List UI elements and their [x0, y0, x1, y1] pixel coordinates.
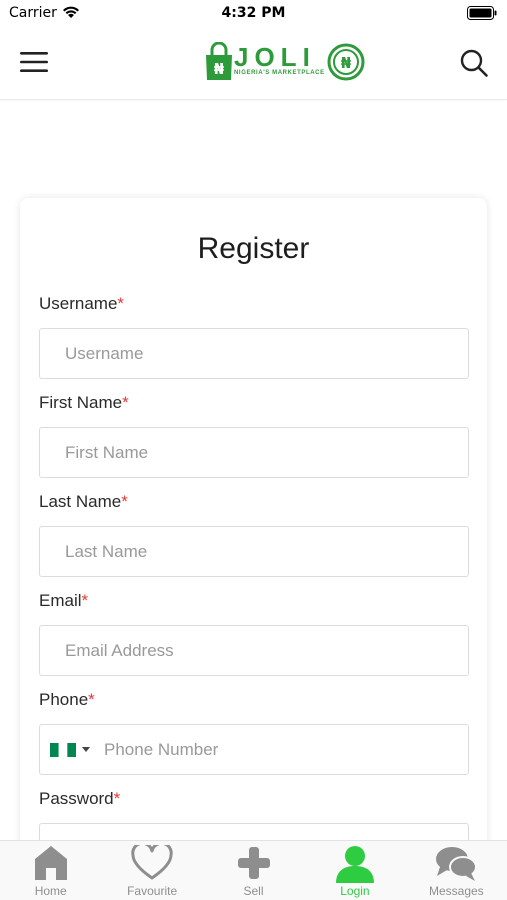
- first-name-label: First Name*: [39, 393, 129, 413]
- phone-label-text: Phone: [39, 690, 89, 709]
- required-marker: *: [121, 492, 128, 511]
- search-icon[interactable]: [459, 48, 489, 78]
- required-marker: *: [81, 591, 89, 610]
- required-marker: *: [122, 393, 129, 412]
- user-icon: [335, 846, 374, 883]
- hamburger-menu-icon[interactable]: [20, 50, 48, 74]
- plus-icon: [237, 847, 270, 879]
- tab-favourite[interactable]: Favourite: [101, 841, 202, 900]
- last-name-input[interactable]: [39, 526, 469, 577]
- password-label: Password*: [39, 789, 120, 809]
- nigeria-flag-icon[interactable]: [50, 743, 76, 757]
- required-marker: *: [117, 294, 125, 313]
- username-label-text: Username: [39, 294, 118, 313]
- app-header: ₦ JOLI NIGERIA'S MARKETPLACE ₦: [0, 28, 507, 100]
- required-marker: *: [113, 789, 121, 808]
- battery-icon: [467, 6, 497, 20]
- tab-login-label: Login: [340, 884, 370, 898]
- phone-label: Phone*: [39, 690, 95, 710]
- tab-sell-label: Sell: [243, 884, 264, 898]
- clock: 4:32 PM: [221, 5, 286, 21]
- phone-input[interactable]: [104, 725, 464, 774]
- username-label: Username*: [39, 294, 124, 314]
- last-name-label-text: Last Name: [39, 492, 122, 511]
- heart-icon: [131, 845, 173, 880]
- tab-home[interactable]: Home: [0, 841, 101, 900]
- tab-messages-label: Messages: [428, 884, 484, 898]
- tab-sell[interactable]: Sell: [203, 841, 304, 900]
- joli-logo[interactable]: ₦ JOLI NIGERIA'S MARKETPLACE ₦: [204, 40, 366, 84]
- bottom-tab-bar: Home Favourite Sell Login Messages: [0, 840, 507, 900]
- home-icon: [34, 846, 67, 880]
- password-label-text: Password: [39, 789, 114, 808]
- tab-login[interactable]: Login: [304, 841, 405, 900]
- logo-wordmark: JOLI: [234, 42, 316, 72]
- first-name-input[interactable]: [39, 427, 469, 478]
- tab-messages[interactable]: Messages: [406, 841, 507, 900]
- country-dropdown-caret-icon[interactable]: [82, 747, 90, 752]
- last-name-label: Last Name*: [39, 492, 128, 512]
- svg-text:₦: ₦: [214, 60, 225, 78]
- logo-tagline: NIGERIA'S MARKETPLACE: [234, 70, 325, 76]
- required-marker: *: [88, 690, 95, 709]
- phone-field: [39, 724, 469, 775]
- email-label-text: Email: [39, 591, 82, 610]
- tab-favourite-label: Favourite: [127, 884, 178, 898]
- username-input[interactable]: [39, 328, 469, 379]
- tab-home-label: Home: [34, 884, 67, 898]
- first-name-label-text: First Name: [39, 393, 123, 412]
- page-title: Register: [197, 232, 310, 265]
- status-bar: Carrier 4:32 PM: [0, 0, 507, 28]
- svg-text:₦: ₦: [341, 54, 352, 72]
- shopping-bag-naira-icon: ₦: [206, 42, 232, 80]
- email-label: Email*: [39, 591, 88, 611]
- chat-bubbles-icon: [436, 847, 478, 881]
- naira-coin-icon: ₦: [327, 43, 365, 81]
- register-card: Register Username* First Name* Last Name…: [20, 198, 487, 878]
- email-input[interactable]: [39, 625, 469, 676]
